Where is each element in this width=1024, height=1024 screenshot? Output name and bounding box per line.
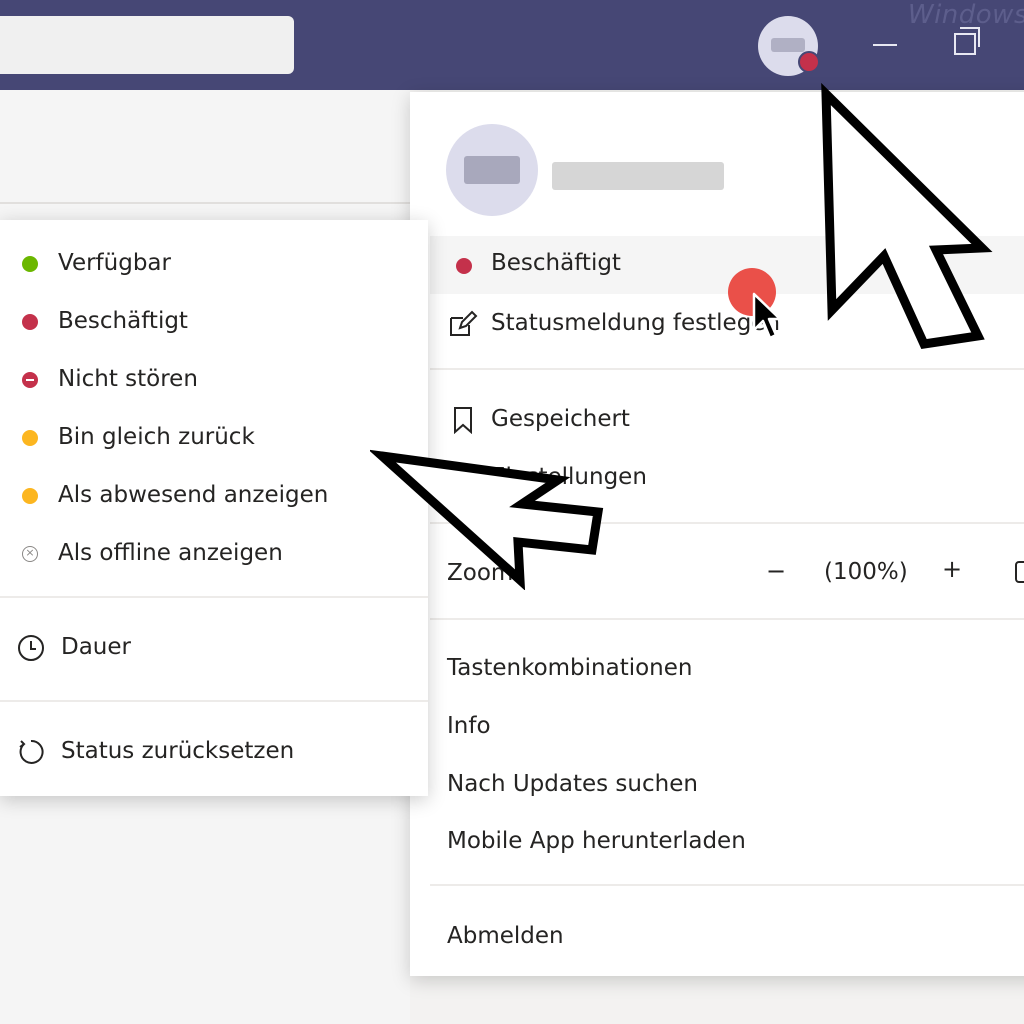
status-option-do-not-disturb[interactable]: Nicht stören	[0, 358, 428, 402]
menu-divider	[430, 368, 1024, 370]
busy-dot-icon	[456, 258, 472, 274]
reset-status-label: Status zurücksetzen	[61, 738, 295, 764]
busy-dot-icon	[22, 314, 38, 330]
current-status-label: Beschäftigt	[491, 250, 621, 276]
profile-menu: Beschäftigt Statusmeldung festlegen Gesp…	[410, 92, 1024, 976]
busy-status-dot	[798, 51, 820, 73]
status-option-label: Beschäftigt	[58, 308, 188, 334]
avatar-initials-blurred	[771, 38, 805, 52]
duration-label: Dauer	[61, 634, 131, 660]
zoom-label: Zoom	[447, 560, 514, 586]
status-option-label: Bin gleich zurück	[58, 424, 255, 450]
set-status-message-row[interactable]: Statusmeldung festlegen	[430, 298, 1024, 350]
status-option-appear-offline[interactable]: × Als offline anzeigen	[0, 532, 428, 576]
profile-avatar-button[interactable]	[758, 16, 820, 76]
settings-label: Einstellungen	[491, 464, 647, 490]
title-bar: Windows	[0, 0, 1024, 90]
menu-divider	[0, 700, 428, 702]
offline-x-icon: ×	[22, 546, 38, 562]
current-status-row[interactable]: Beschäftigt	[430, 236, 1024, 294]
status-option-label: Nicht stören	[58, 366, 198, 392]
edit-message-icon	[450, 310, 478, 336]
keyboard-shortcuts-item[interactable]: Tastenkombinationen	[447, 655, 693, 681]
menu-divider	[430, 522, 1024, 524]
status-submenu: Verfügbar Beschäftigt Nicht stören Bin g…	[0, 220, 428, 796]
sign-out-item[interactable]: Abmelden	[447, 923, 564, 949]
reset-status-item[interactable]: Status zurücksetzen	[0, 730, 428, 774]
menu-divider	[0, 596, 428, 598]
clock-icon	[18, 635, 44, 661]
status-option-available[interactable]: Verfügbar	[0, 242, 428, 286]
reset-icon	[19, 739, 44, 764]
info-item[interactable]: Info	[447, 713, 491, 739]
check-updates-item[interactable]: Nach Updates suchen	[447, 771, 698, 797]
search-input[interactable]	[0, 16, 294, 74]
zoom-value: (100%)	[824, 559, 908, 585]
zoom-in-button[interactable]: +	[942, 555, 962, 583]
do-not-disturb-icon	[22, 372, 38, 388]
zoom-out-button[interactable]: −	[766, 557, 786, 585]
user-name-blurred	[552, 162, 724, 190]
status-option-busy[interactable]: Beschäftigt	[0, 300, 428, 344]
windows-watermark: Windows	[907, 0, 1024, 30]
minimize-icon[interactable]	[873, 44, 897, 46]
click-highlight-marker	[728, 268, 776, 316]
duration-item[interactable]: Dauer	[0, 626, 428, 670]
saved-row[interactable]: Gespeichert	[430, 394, 1024, 446]
bookmark-icon	[454, 407, 472, 434]
restore-icon[interactable]	[954, 27, 980, 55]
saved-label: Gespeichert	[491, 406, 630, 432]
profile-menu-avatar	[446, 124, 538, 216]
download-mobile-app-item[interactable]: Mobile App herunterladen	[447, 828, 746, 854]
status-option-appear-away[interactable]: Als abwesend anzeigen	[0, 474, 428, 518]
available-check-icon	[22, 256, 38, 272]
status-option-label: Als offline anzeigen	[58, 540, 283, 566]
clock-away-icon	[22, 430, 38, 446]
status-option-label: Als abwesend anzeigen	[58, 482, 329, 508]
status-option-be-right-back[interactable]: Bin gleich zurück	[0, 416, 428, 460]
settings-row[interactable]: Einstellungen	[430, 452, 1024, 504]
status-option-label: Verfügbar	[58, 250, 171, 276]
avatar-initials-blurred	[464, 156, 520, 184]
fullscreen-icon[interactable]	[1014, 560, 1024, 584]
menu-divider	[430, 884, 1024, 886]
menu-divider	[430, 618, 1024, 620]
content-divider	[0, 202, 410, 204]
set-status-message-label: Statusmeldung festlegen	[491, 310, 781, 336]
clock-away-icon	[22, 488, 38, 504]
